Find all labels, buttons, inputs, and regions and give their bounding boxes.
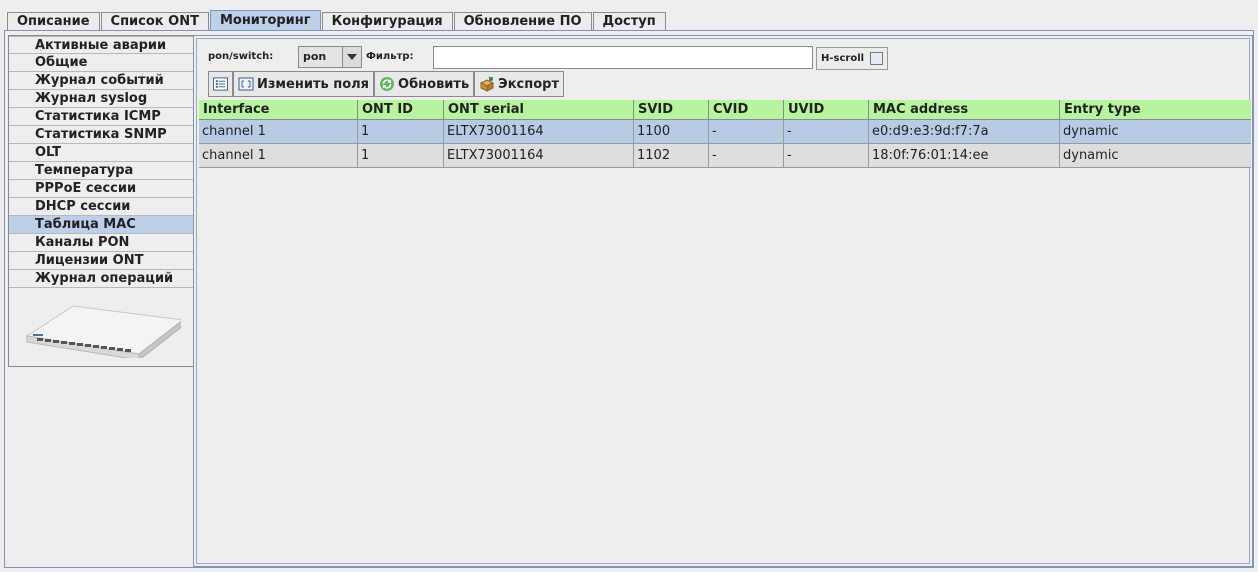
tab-access[interactable]: Доступ (592, 12, 666, 31)
export-icon (480, 76, 495, 92)
toolbar: Изменить поля Обновить Экспорт (208, 71, 564, 97)
sidebar-item-operations-log[interactable]: Журнал операций (9, 270, 194, 288)
mac-table-panel: pon/switch: pon Фильтр: H-scroll Изменит… (193, 35, 1253, 567)
cell-entry-type: dynamic (1060, 120, 1251, 144)
sidebar-item-pppoe-sessions[interactable]: PPPoE сессии (9, 180, 194, 198)
column-header-cvid[interactable]: CVID (709, 100, 784, 120)
sidebar-item-event-log[interactable]: Журнал событий (9, 72, 194, 90)
sidebar-item-icmp-stats[interactable]: Статистика ICMP (9, 108, 194, 126)
export-label: Экспорт (498, 76, 559, 92)
pon-switch-label: pon/switch: (208, 51, 274, 62)
tab-firmware-update[interactable]: Обновление ПО (453, 12, 592, 31)
sidebar-item-syslog[interactable]: Журнал syslog (9, 90, 194, 108)
tab-description[interactable]: Описание (7, 12, 100, 31)
edit-fields-button[interactable]: Изменить поля (233, 71, 375, 97)
cell-interface: channel 1 (199, 120, 358, 144)
cell-uvid: - (784, 120, 869, 144)
cell-cvid: - (709, 144, 784, 168)
sidebar-item-ont-licenses[interactable]: Лицензии ONT (9, 252, 194, 270)
pon-switch-value: pon (303, 50, 327, 63)
edit-fields-icon (238, 77, 254, 91)
tab-monitoring[interactable]: Мониторинг (209, 10, 321, 31)
tab-ont-list[interactable]: Список ONT (100, 12, 209, 31)
column-header-svid[interactable]: SVID (634, 100, 709, 120)
column-header-interface[interactable]: Interface (199, 100, 358, 120)
filter-input[interactable] (433, 46, 813, 69)
sidebar-item-temperature[interactable]: Температура (9, 162, 194, 180)
refresh-icon (380, 77, 395, 91)
device-image (21, 298, 185, 362)
main-tabbar: Описание Список ONT Мониторинг Конфигура… (7, 10, 667, 31)
cell-ont-serial: ELTX73001164 (444, 144, 634, 168)
table-row[interactable]: channel 1 1 ELTX73001164 1102 - - 18:0f:… (199, 144, 1251, 168)
table-header-row: Interface ONT ID ONT serial SVID CVID UV… (199, 100, 1251, 120)
cell-mac-address: 18:0f:76:01:14:ee (869, 144, 1060, 168)
mac-table: Interface ONT ID ONT serial SVID CVID UV… (199, 100, 1251, 168)
column-header-mac-address[interactable]: MAC address (869, 100, 1060, 120)
sidebar-item-pon-channels[interactable]: Каналы PON (9, 234, 194, 252)
sidebar-item-dhcp-sessions[interactable]: DHCP сессии (9, 198, 194, 216)
refresh-label: Обновить (398, 76, 470, 92)
cell-uvid: - (784, 144, 869, 168)
column-header-entry-type[interactable]: Entry type (1060, 100, 1251, 120)
cell-svid: 1100 (634, 120, 709, 144)
sidebar-item-mac-table[interactable]: Таблица MAC (9, 216, 194, 234)
column-list-button[interactable] (208, 71, 233, 97)
table-row[interactable]: channel 1 1 ELTX73001164 1100 - - e0:d9:… (199, 120, 1251, 144)
sidebar-item-active-alarms[interactable]: Активные аварии (9, 36, 194, 54)
chevron-down-icon[interactable] (342, 47, 361, 67)
hscroll-checkbox[interactable] (870, 52, 884, 65)
cell-svid: 1102 (634, 144, 709, 168)
edit-fields-label: Изменить поля (257, 76, 370, 92)
hscroll-label: H-scroll (821, 53, 865, 64)
column-header-ont-id[interactable]: ONT ID (358, 100, 444, 120)
cell-cvid: - (709, 120, 784, 144)
filter-label: Фильтр: (366, 51, 414, 62)
column-header-ont-serial[interactable]: ONT serial (444, 100, 634, 120)
column-header-uvid[interactable]: UVID (784, 100, 869, 120)
sidebar-item-general[interactable]: Общие (9, 54, 194, 72)
mac-table-panel-inner: pon/switch: pon Фильтр: H-scroll Изменит… (196, 38, 1251, 564)
cell-entry-type: dynamic (1060, 144, 1251, 168)
cell-ont-serial: ELTX73001164 (444, 120, 634, 144)
tab-configuration[interactable]: Конфигурация (321, 12, 453, 31)
export-button[interactable]: Экспорт (474, 71, 564, 97)
cell-ont-id: 1 (358, 144, 444, 168)
monitoring-sidebar: Активные аварии Общие Журнал событий Жур… (8, 35, 194, 367)
cell-mac-address: e0:d9:e3:9d:f7:7a (869, 120, 1060, 144)
pon-switch-dropdown[interactable]: pon (298, 46, 362, 68)
refresh-button[interactable]: Обновить (374, 71, 475, 97)
hscroll-toggle[interactable]: H-scroll (816, 47, 888, 70)
sidebar-item-olt[interactable]: OLT (9, 144, 194, 162)
cell-interface: channel 1 (199, 144, 358, 168)
list-icon (213, 77, 228, 91)
sidebar-item-snmp-stats[interactable]: Статистика SNMP (9, 126, 194, 144)
cell-ont-id: 1 (358, 120, 444, 144)
